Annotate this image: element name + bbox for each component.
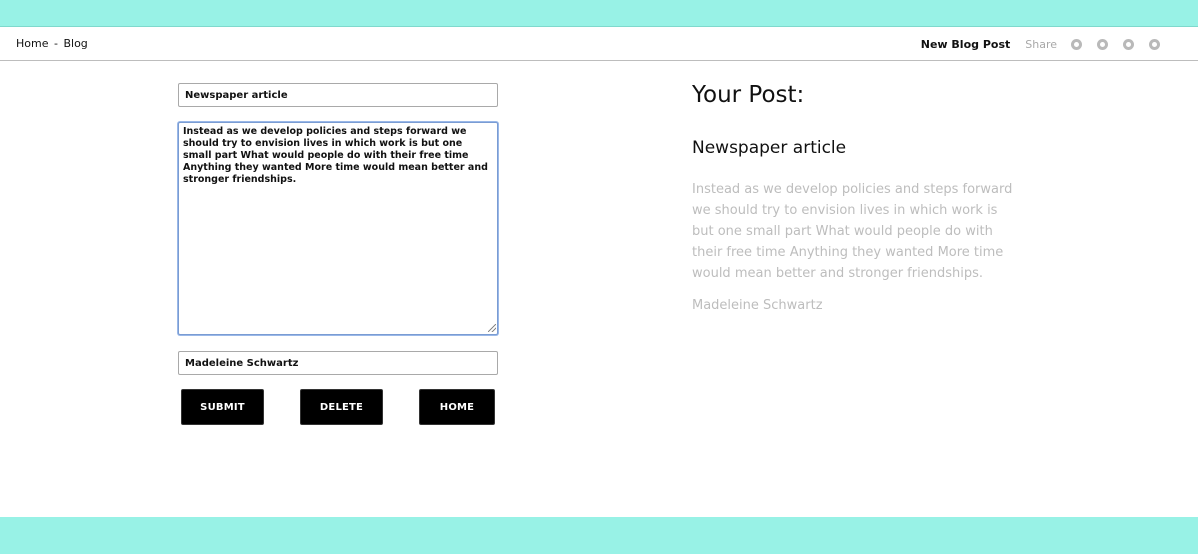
nav-actions: New Blog Post Share: [921, 37, 1160, 51]
breadcrumb-separator: -: [53, 37, 58, 50]
submit-button[interactable]: SUBMIT: [181, 389, 264, 425]
share-label: Share: [1025, 37, 1057, 51]
page-title: New Blog Post: [920, 37, 1011, 51]
twitter-icon[interactable]: [1071, 38, 1082, 50]
preview-post-body: Instead as we develop policies and steps…: [692, 182, 1013, 281]
delete-button[interactable]: DELETE: [300, 389, 383, 425]
preview-heading: Your Post:: [692, 82, 805, 108]
footer-bar: [0, 517, 1198, 554]
google-plus-icon[interactable]: [1123, 38, 1134, 50]
navigation-bar: Home - Blog New Blog Post Share: [0, 27, 1198, 61]
breadcrumb: Home - Blog: [16, 37, 88, 50]
home-button[interactable]: HOME: [419, 389, 495, 425]
post-title-input[interactable]: [178, 83, 498, 107]
pinterest-icon[interactable]: [1149, 38, 1160, 50]
post-body-textarea[interactable]: Instead as we develop policies and steps…: [178, 122, 498, 335]
facebook-icon[interactable]: [1097, 38, 1108, 50]
preview-post-title: Newspaper article: [692, 138, 847, 158]
top-accent-bar: [0, 0, 1198, 27]
breadcrumb-home-link[interactable]: Home: [16, 37, 48, 50]
textarea-resize-handle[interactable]: [488, 324, 496, 332]
post-author-input[interactable]: [178, 351, 498, 375]
breadcrumb-blog-link[interactable]: Blog: [63, 37, 87, 50]
preview-post-author: Madeleine Schwartz: [692, 298, 823, 313]
